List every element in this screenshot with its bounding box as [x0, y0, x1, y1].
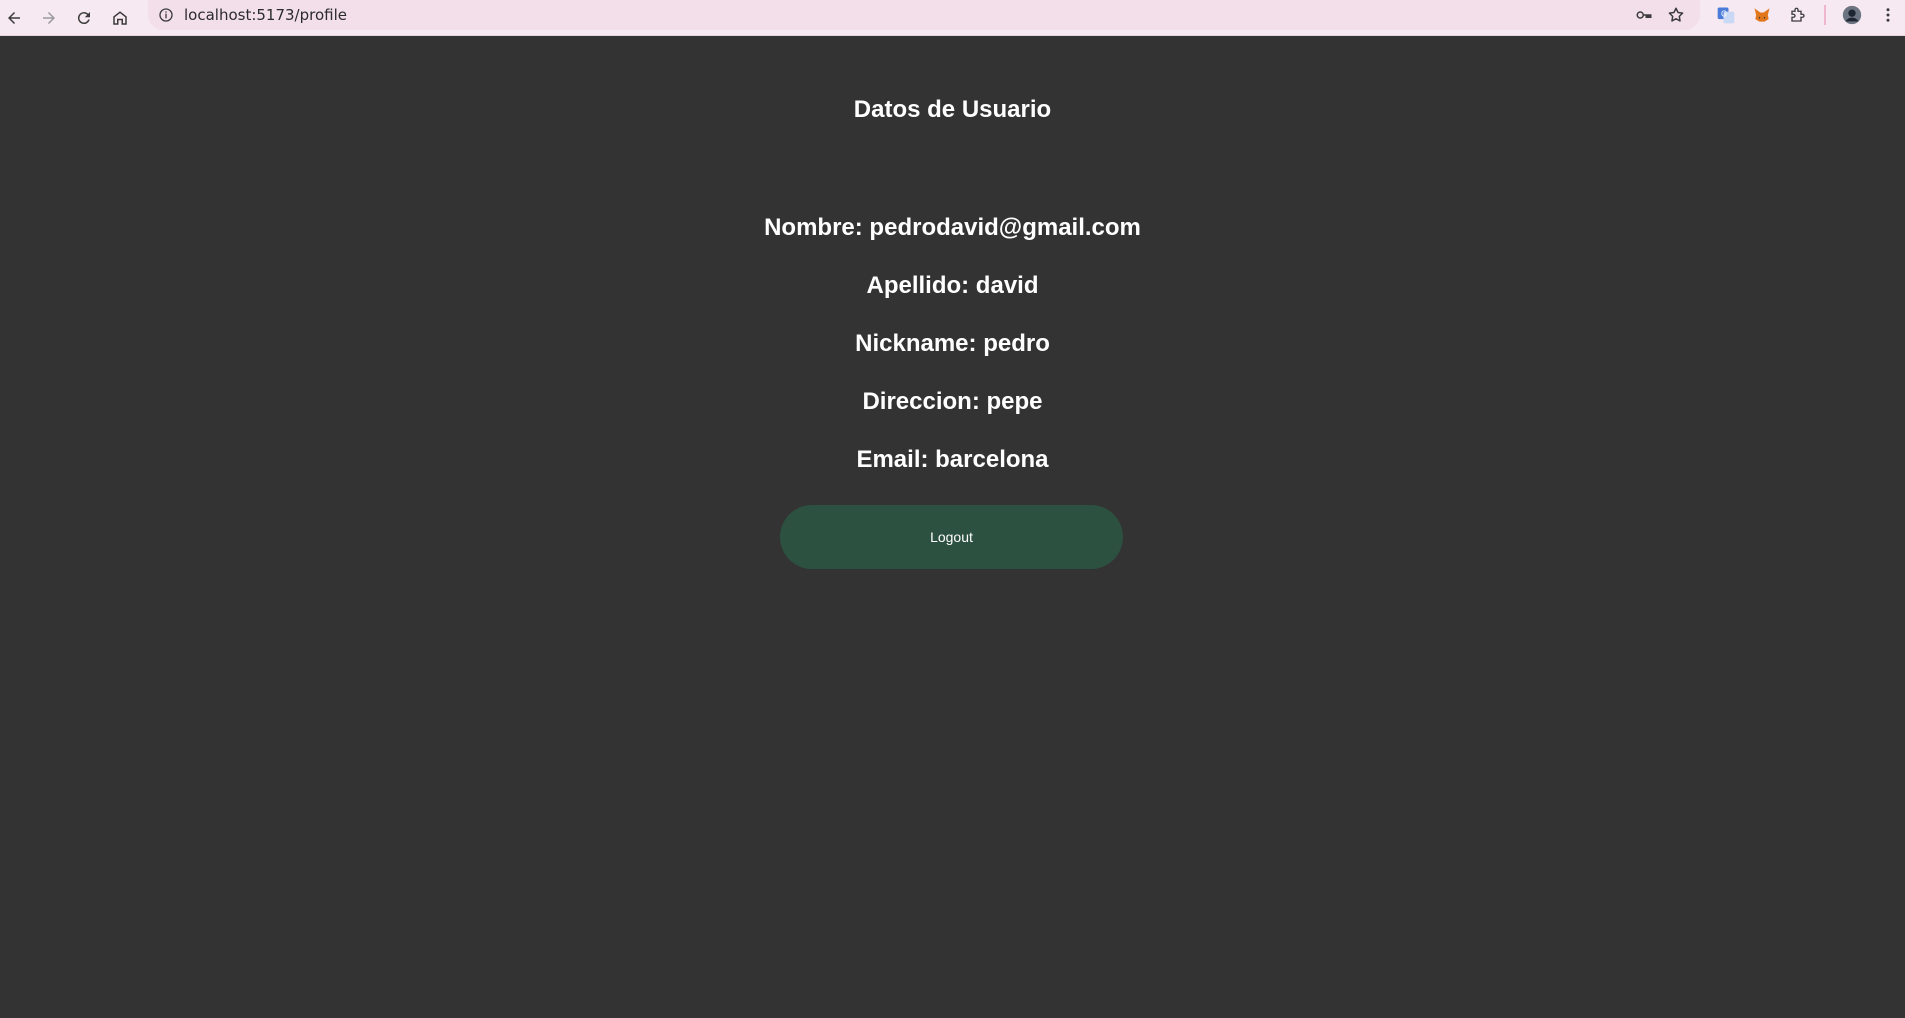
back-arrow-icon — [8, 12, 20, 24]
page-title: Datos de Usuario — [853, 96, 1052, 123]
bookmark-button[interactable] — [1664, 3, 1688, 27]
fox-extension-icon — [1754, 8, 1770, 22]
reload-icon — [77, 12, 90, 25]
apellido-field: Apellido: david — [866, 272, 1039, 299]
nickname-field: Nickname: pedro — [855, 330, 1050, 357]
translate-icon: G — [1717, 7, 1735, 24]
reload-button[interactable] — [70, 4, 98, 32]
home-icon — [113, 11, 127, 25]
browser-toolbar: localhost:5173/profile G — [0, 0, 1905, 36]
site-info-button[interactable] — [156, 5, 176, 25]
puzzle-icon — [1791, 7, 1805, 22]
star-icon — [1668, 7, 1684, 22]
profile-page: Datos de Usuario Nombre: pedrodavid@gmai… — [0, 36, 1905, 1018]
email-field: Email: barcelona — [856, 446, 1049, 473]
translate-extension-button[interactable]: G — [1714, 3, 1738, 27]
forward-button[interactable] — [35, 4, 63, 32]
direccion-field: Direccion: pepe — [862, 388, 1043, 415]
key-icon — [1636, 11, 1652, 19]
avatar-icon — [1842, 5, 1862, 25]
toolbar-separator — [1824, 5, 1826, 25]
url-text[interactable]: localhost:5173/profile — [184, 6, 347, 24]
back-button[interactable] — [0, 4, 28, 32]
info-icon — [159, 8, 173, 22]
extensions-button[interactable] — [1786, 3, 1810, 27]
logout-button[interactable]: Logout — [780, 505, 1123, 569]
metamask-extension-button[interactable] — [1750, 3, 1774, 27]
nombre-field: Nombre: pedrodavid@gmail.com — [764, 214, 1141, 241]
password-manager-button[interactable] — [1632, 3, 1656, 27]
address-bar[interactable]: localhost:5173/profile — [148, 0, 1700, 30]
forward-arrow-icon — [43, 12, 55, 24]
kebab-menu-icon — [1886, 8, 1890, 22]
home-button[interactable] — [106, 4, 134, 32]
browser-menu-button[interactable] — [1876, 3, 1900, 27]
profile-button[interactable] — [1840, 3, 1864, 27]
svg-text:G: G — [1721, 10, 1727, 19]
